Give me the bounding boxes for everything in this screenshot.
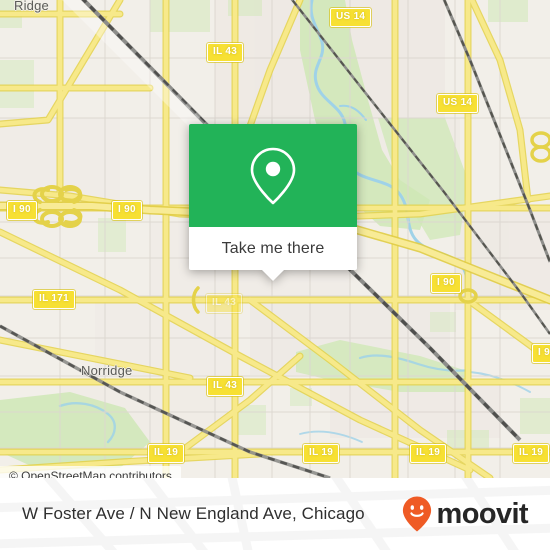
moovit-smiley-pin-icon (402, 496, 431, 532)
highway-shield-i-90-center-west[interactable]: I 90 (112, 201, 142, 220)
moovit-brand[interactable]: moovit (402, 496, 529, 532)
highway-shield-il-19-center[interactable]: IL 19 (303, 444, 340, 463)
highway-shield-il-19-far-east[interactable]: IL 19 (513, 444, 550, 463)
highway-shield-i-90-west[interactable]: I 90 (7, 201, 37, 220)
highway-shield-il-19-west[interactable]: IL 19 (148, 444, 185, 463)
highway-shield-il-171[interactable]: IL 171 (33, 290, 75, 309)
footer-bar: W Foster Ave / N New England Ave, Chicag… (0, 478, 550, 550)
map-canvas[interactable]: Ridge Norridge US 14 IL 43 US 14 I 90 I … (0, 0, 550, 478)
highway-shield-us-14-north[interactable]: US 14 (330, 8, 372, 27)
footer-content: W Foster Ave / N New England Ave, Chicag… (0, 478, 550, 550)
map-marker-popup[interactable]: Take me there (189, 124, 357, 281)
map-screenshot-page: Ridge Norridge US 14 IL 43 US 14 I 90 I … (0, 0, 550, 550)
highway-shield-i-90-edge[interactable]: I 9 (532, 344, 550, 363)
map-attribution[interactable]: © OpenStreetMap contributors (0, 466, 181, 478)
popup-action-bar[interactable]: Take me there (189, 227, 357, 281)
highway-shield-il-43-north[interactable]: IL 43 (207, 43, 244, 62)
moovit-wordmark: moovit (436, 497, 529, 530)
popup-pointer-tail (262, 270, 284, 281)
popup-header (189, 124, 357, 227)
highway-shield-il-43-mid[interactable]: IL 43 (206, 294, 243, 313)
location-title: W Foster Ave / N New England Ave, Chicag… (22, 504, 365, 523)
highway-shield-il-19-east[interactable]: IL 19 (410, 444, 447, 463)
location-pin-icon (250, 147, 296, 204)
take-me-there-label: Take me there (221, 239, 325, 257)
highway-shield-il-43-south[interactable]: IL 43 (207, 377, 244, 396)
highway-shield-i-90-east[interactable]: I 90 (431, 274, 461, 293)
highway-shield-us-14-east[interactable]: US 14 (437, 94, 479, 113)
